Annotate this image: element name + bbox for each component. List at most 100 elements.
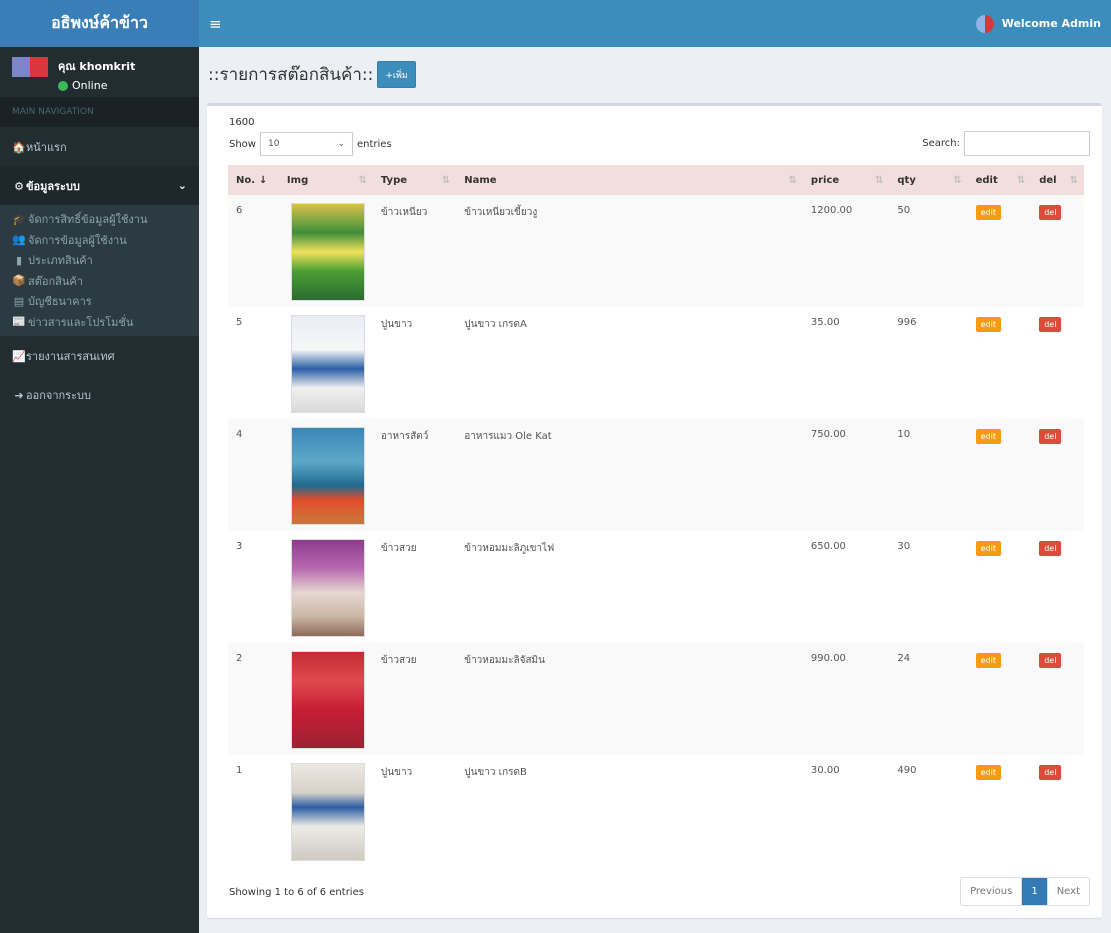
sidebar-item-label: ประเภทสินค้า <box>28 254 93 268</box>
menu-toggle-icon[interactable]: ≡ <box>209 15 229 33</box>
edit-button[interactable]: edit <box>975 653 1001 668</box>
edit-button[interactable]: edit <box>975 205 1001 220</box>
delete-button[interactable]: del <box>1039 429 1062 444</box>
sidebar-item-logout[interactable]: ➜ ออกจากระบบ <box>0 375 199 414</box>
user-menu[interactable]: Welcome Admin <box>975 14 1101 33</box>
sidebar-subitem-permissions[interactable]: 🎓 จัดการสิทธิ์ข้อมูลผู้ใช้งาน <box>0 209 199 230</box>
cell-no: 5 <box>236 317 243 328</box>
cell-qty: 24 <box>897 653 911 664</box>
delete-button[interactable]: del <box>1039 653 1062 668</box>
delete-button[interactable]: del <box>1039 765 1062 780</box>
record-count: 1600 <box>229 117 255 128</box>
column-header-del[interactable]: del ⇅ <box>1031 165 1084 195</box>
page-header: ::รายการสต๊อกสินค้า:: +เพิ่ม <box>199 47 1111 102</box>
column-header-no[interactable]: No. ↓ <box>228 165 279 195</box>
edit-button[interactable]: edit <box>975 765 1001 780</box>
cell-qty: 10 <box>897 429 911 440</box>
sort-icon: ⇅ <box>953 174 962 186</box>
show-label: Show <box>229 138 256 150</box>
table-info: Showing 1 to 6 of 6 entries <box>229 887 364 898</box>
main-content: ::รายการสต๊อกสินค้า:: +เพิ่ม 1600 Show 1… <box>199 47 1111 933</box>
line-chart-icon: 📈 <box>12 349 26 363</box>
cell-type: ปูนขาว <box>380 319 413 330</box>
edit-button[interactable]: edit <box>975 317 1001 332</box>
delete-button[interactable]: del <box>1039 317 1062 332</box>
search-control: Search: <box>922 131 1090 156</box>
cell-price: 750.00 <box>810 429 846 440</box>
table-row: 5 ปูนขาว ปูนขาว เกรดA 35.00 996 edit del <box>228 307 1084 419</box>
table-row: 6 ข้าวเหนียว ข้าวเหนียวเขี้ยวงู 1200.00 … <box>228 195 1084 307</box>
table-row: 2 ข้าวสวย ข้าวหอมมะลิจัสมิน 990.00 24 ed… <box>228 643 1084 755</box>
cell-no: 2 <box>236 653 243 664</box>
brand-logo[interactable]: อธิพงษ์ค้าข้าว <box>0 0 199 47</box>
gears-icon: ⚙ <box>14 179 24 193</box>
product-image <box>290 763 365 861</box>
sidebar-subitem-news[interactable]: 📰 ข่าวสารและโปรโมชั่น <box>0 312 199 333</box>
search-input[interactable] <box>964 131 1090 156</box>
sidebar-item-label: ข่าวสารและโปรโมชั่น <box>28 315 134 329</box>
book-icon: ▮ <box>15 253 23 267</box>
product-image <box>290 539 365 637</box>
cell-type: อาหารสัตว์ <box>380 431 429 442</box>
table-row: 1 ปูนขาว ปูนขาว เกรดB 30.00 490 edit del <box>228 755 1084 867</box>
sidebar-item-label: จัดการข้อมูลผู้ใช้งาน <box>28 233 127 247</box>
table-row: 4 อาหารสัตว์ อาหารแมว Ole Kat 750.00 10 … <box>228 419 1084 531</box>
cell-name: ข้าวหอมมะลิจัสมิน <box>464 655 545 666</box>
credit-card-icon: ▤ <box>13 294 25 308</box>
page-1-button[interactable]: 1 <box>1021 878 1048 905</box>
column-header-img[interactable]: Img ⇅ <box>279 165 373 195</box>
product-image <box>290 427 365 525</box>
column-header-edit[interactable]: edit ⇅ <box>968 165 1032 195</box>
column-header-price[interactable]: price ⇅ <box>803 165 889 195</box>
add-button[interactable]: +เพิ่ม <box>377 61 416 88</box>
cell-type: ข้าวสวย <box>380 543 417 554</box>
delete-button[interactable]: del <box>1039 541 1062 556</box>
cell-no: 1 <box>236 765 243 776</box>
graduation-cap-icon: 🎓 <box>12 212 26 226</box>
cell-type: ข้าวเหนียว <box>380 207 428 218</box>
sidebar-item-label: บัญชีธนาคาร <box>28 295 92 309</box>
cell-qty: 996 <box>897 317 917 328</box>
sidebar-item-home[interactable]: 🏠หน้าแรก <box>0 127 199 166</box>
cell-qty: 50 <box>897 205 911 216</box>
column-header-name[interactable]: Name ⇅ <box>456 165 803 195</box>
pagination: Previous 1 Next <box>960 877 1090 906</box>
sidebar-subitem-bank[interactable]: ▤ บัญชีธนาคาร <box>0 291 199 312</box>
sidebar-subitem-users[interactable]: 👥 จัดการข้อมูลผู้ใช้งาน <box>0 230 199 251</box>
stock-box: 1600 Show 10 ⌄ entries Search: No. ↓ Img ⇅… <box>207 103 1102 918</box>
sidebar-item-report[interactable]: 📈รายงานสารสนเทศ <box>0 336 199 375</box>
page-size-select[interactable]: 10 ⌄ <box>259 132 353 156</box>
page-title: ::รายการสต๊อกสินค้า:: <box>208 65 374 85</box>
cell-name: ข้าวหอมมะลิภูเขาไฟ <box>464 543 555 554</box>
user-avatar-icon <box>975 14 994 33</box>
welcome-text: Welcome Admin <box>1001 17 1101 30</box>
edit-button[interactable]: edit <box>975 429 1001 444</box>
page-size-value: 10 <box>267 139 280 149</box>
top-header: อธิพงษ์ค้าข้าว ≡ Welcome Admin <box>0 0 1111 47</box>
user-avatar <box>12 57 48 77</box>
sidebar-subitem-product-types[interactable]: ▮ ประเภทสินค้า <box>0 250 199 271</box>
sidebar-item-label: ข้อมูลระบบ <box>26 179 80 193</box>
length-control: Show 10 ⌄ entries <box>229 132 392 156</box>
sidebar-item-label: รายงานสารสนเทศ <box>26 349 115 363</box>
search-label: Search: <box>922 138 960 149</box>
sort-icon: ⇅ <box>358 174 367 186</box>
edit-button[interactable]: edit <box>975 541 1001 556</box>
delete-button[interactable]: del <box>1039 205 1062 220</box>
sidebar-subitem-stock[interactable]: 📦 สต๊อกสินค้า <box>0 271 199 292</box>
sidebar-item-system-data[interactable]: ⚙ ข้อมูลระบบ ⌄ <box>0 166 199 205</box>
cell-qty: 490 <box>897 765 917 776</box>
chevron-down-icon: ⌄ <box>177 179 187 192</box>
stock-table: No. ↓ Img ⇅ Type ⇅ Name ⇅ price ⇅ qty ⇅ edit ⇅ … <box>228 165 1084 867</box>
previous-page-button[interactable]: Previous <box>961 878 1021 905</box>
cell-name: ปูนขาว เกรดA <box>464 319 527 330</box>
cell-type: ข้าวสวย <box>380 655 417 666</box>
cell-no: 6 <box>236 205 243 216</box>
user-status-text: Online <box>72 79 108 92</box>
column-header-qty[interactable]: qty ⇅ <box>889 165 967 195</box>
next-page-button[interactable]: Next <box>1048 878 1089 905</box>
cell-price: 30.00 <box>810 765 840 776</box>
column-header-type[interactable]: Type ⇅ <box>373 165 456 195</box>
sort-icon: ⇅ <box>1016 174 1026 186</box>
product-image <box>290 315 365 413</box>
